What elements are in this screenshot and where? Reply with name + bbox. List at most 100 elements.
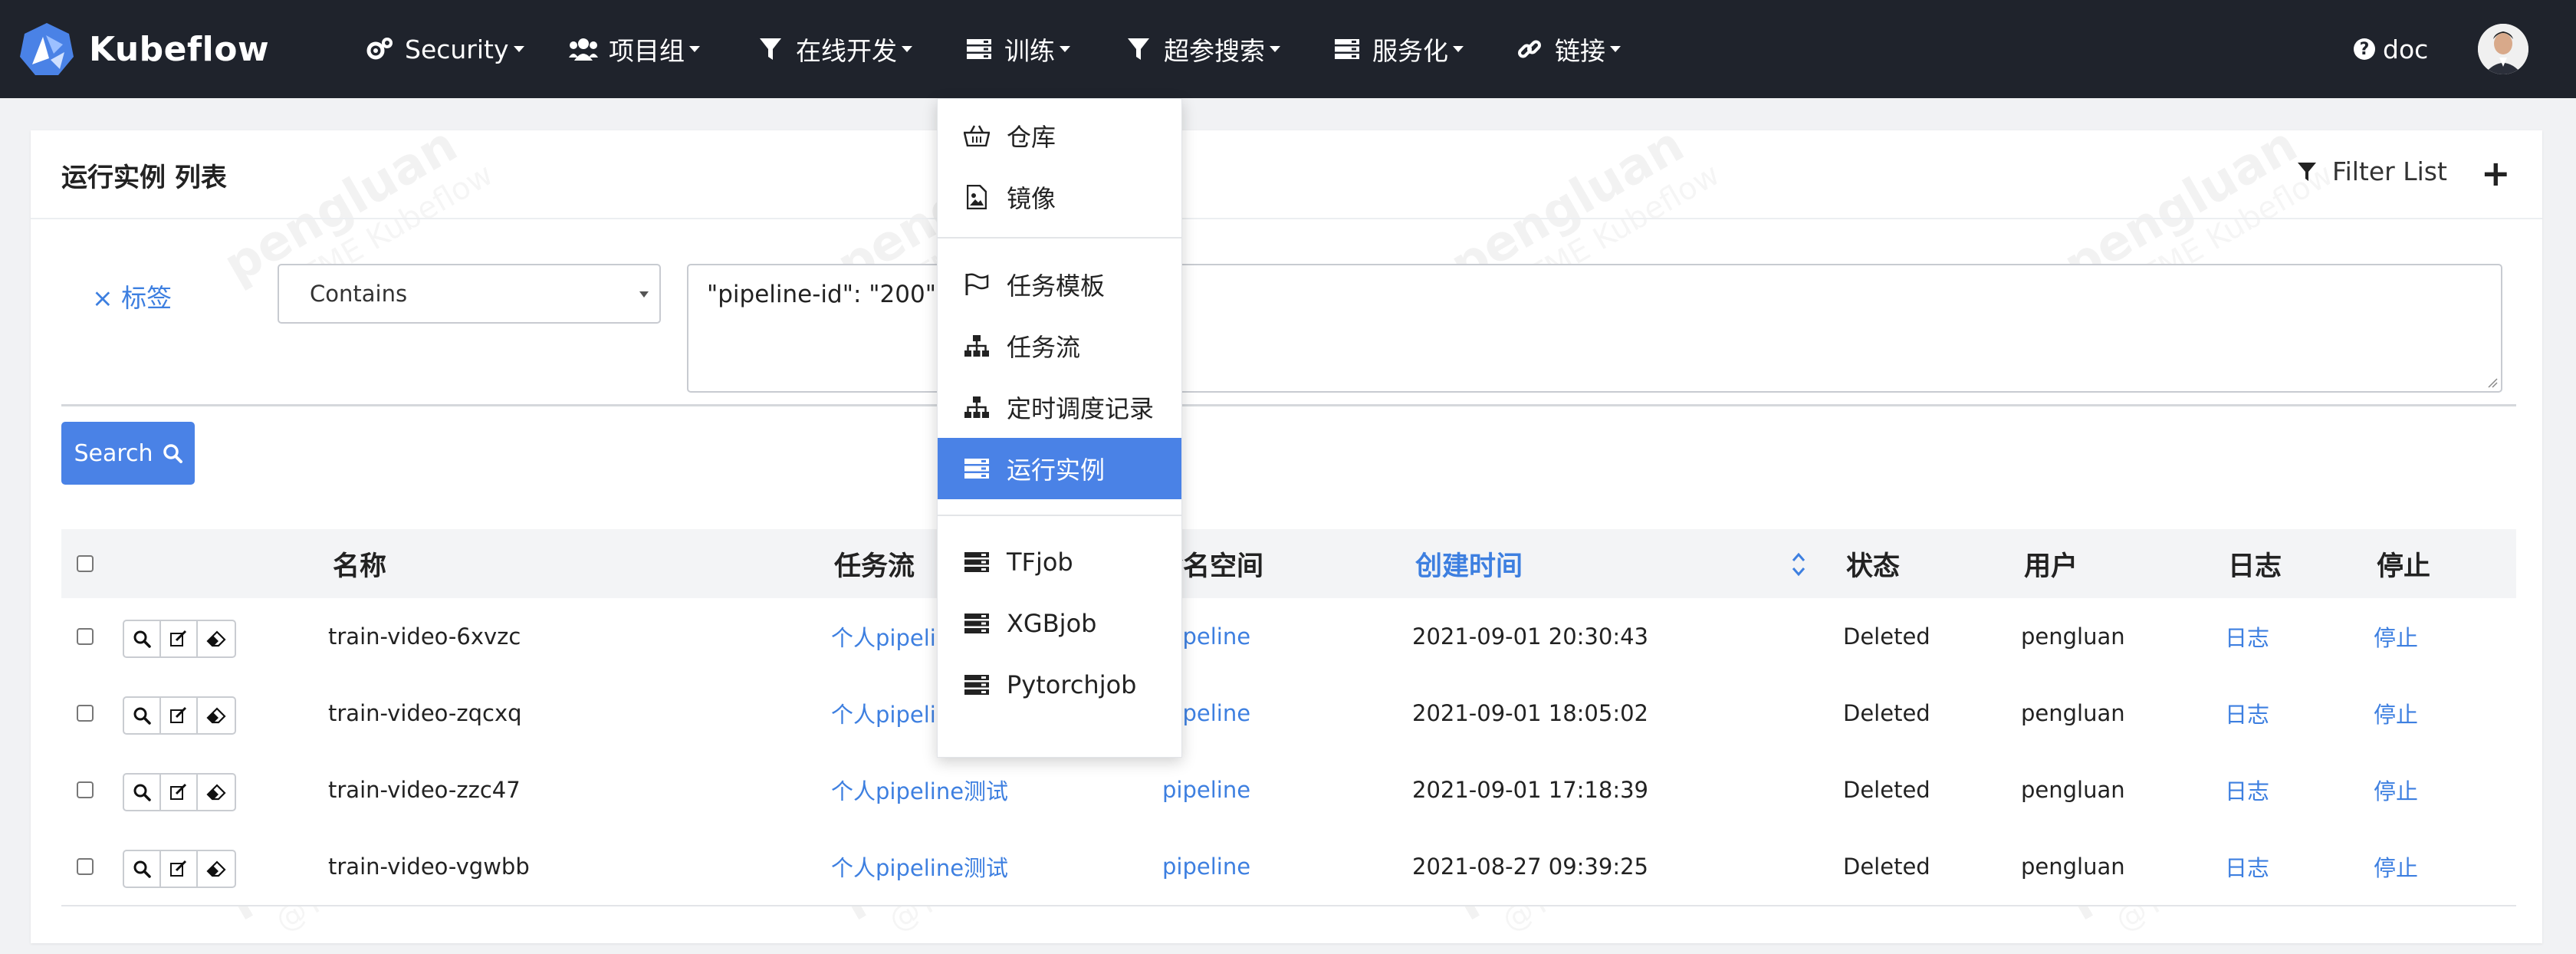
chevron-down-icon <box>1610 46 1621 52</box>
sitemap-icon <box>964 334 990 358</box>
server-icon <box>964 456 990 481</box>
filter-icon <box>756 35 785 64</box>
divider <box>61 404 2516 406</box>
header-pipeline[interactable]: 任务流 <box>834 529 915 598</box>
view-button[interactable] <box>124 621 161 656</box>
nav-links-label: 链接 <box>1555 36 1605 66</box>
stop-link[interactable]: 停止 <box>2374 598 2418 675</box>
add-button[interactable]: + <box>2481 150 2511 196</box>
nav-hyperparam-search[interactable]: 超参搜索 <box>1124 0 1280 98</box>
stop-link[interactable]: 停止 <box>2374 828 2418 905</box>
edit-button[interactable] <box>161 775 198 810</box>
sort-icon[interactable] <box>1789 549 1808 580</box>
menu-item-label: XGBjob <box>1007 609 1097 638</box>
menu-item-schedule-records[interactable]: 定时调度记录 <box>938 377 1181 438</box>
delete-button[interactable] <box>198 775 235 810</box>
nav-security[interactable]: Security <box>365 0 524 98</box>
select-all-checkbox[interactable] <box>77 555 94 572</box>
remove-filter-button[interactable]: × 标签 <box>92 278 172 314</box>
filter-operator-select[interactable]: Contains <box>278 264 661 324</box>
row-checkbox[interactable] <box>77 628 94 645</box>
nav-online-dev[interactable]: 在线开发 <box>756 0 912 98</box>
header-stop: 停止 <box>2377 551 2431 582</box>
header-created[interactable]: 创建时间 <box>1415 529 1523 598</box>
cell-created: 2021-09-01 17:18:39 <box>1412 777 1648 803</box>
filter-list-button[interactable]: Filter List <box>2297 156 2447 186</box>
header-user[interactable]: 用户 <box>2024 529 2078 598</box>
chevron-down-icon <box>639 291 649 298</box>
nav-project-group[interactable]: 项目组 <box>569 0 700 98</box>
delete-button[interactable] <box>198 621 235 656</box>
row-actions <box>123 620 236 658</box>
delete-button[interactable] <box>198 698 235 733</box>
cell-status: Deleted <box>1843 700 1930 726</box>
chevron-down-icon <box>689 46 700 52</box>
nav-training[interactable]: 训练 <box>964 0 1070 98</box>
menu-item-label: 任务流 <box>1007 333 1081 362</box>
menu-item-label: 仓库 <box>1007 123 1056 152</box>
nav-project-group-label: 项目组 <box>609 36 685 66</box>
delete-button[interactable] <box>198 851 235 887</box>
brand-name: Kubeflow <box>89 29 270 69</box>
log-link[interactable]: 日志 <box>2225 598 2269 675</box>
search-icon <box>163 444 182 463</box>
edit-button[interactable] <box>161 621 198 656</box>
menu-item-image[interactable]: 镜像 <box>938 166 1181 228</box>
cell-pipeline-link[interactable]: 个人pipeline测试 <box>831 752 1008 828</box>
menu-item-repository[interactable]: 仓库 <box>938 105 1181 166</box>
menu-item-tfjob[interactable]: TFjob <box>938 531 1181 593</box>
table-header: 名称 任务流 命名空间 创建时间 状态 用户 日志 停止 <box>61 529 2516 598</box>
eraser-icon <box>206 784 226 801</box>
edit-button[interactable] <box>161 851 198 887</box>
menu-item-pipeline[interactable]: 任务流 <box>938 315 1181 377</box>
header-name[interactable]: 名称 <box>333 529 386 598</box>
menu-item-pytorchjob[interactable]: Pytorchjob <box>938 654 1181 716</box>
row-checkbox[interactable] <box>77 705 94 722</box>
nav-doc-label: doc <box>2383 34 2429 64</box>
search-button[interactable]: Search <box>61 422 195 485</box>
question-circle-icon: ? <box>2354 38 2375 60</box>
stop-link[interactable]: 停止 <box>2374 675 2418 752</box>
log-link[interactable]: 日志 <box>2225 675 2269 752</box>
brand[interactable]: Kubeflow <box>20 20 269 78</box>
nav-serving-label: 服务化 <box>1372 36 1448 66</box>
search-icon <box>133 784 151 801</box>
log-link[interactable]: 日志 <box>2225 752 2269 828</box>
cogs-icon <box>365 35 394 64</box>
nav-online-dev-label: 在线开发 <box>796 36 897 66</box>
cell-user: pengluan <box>2021 700 2125 726</box>
view-button[interactable] <box>124 775 161 810</box>
cell-name: train-video-vgwbb <box>328 854 530 880</box>
header-log: 日志 <box>2228 551 2282 582</box>
resize-handle-icon[interactable] <box>2487 377 2498 388</box>
log-link[interactable]: 日志 <box>2225 828 2269 905</box>
cell-namespace-link[interactable]: pipeline <box>1162 828 1250 905</box>
search-icon <box>133 707 151 725</box>
cell-pipeline-link[interactable]: 个人pipeline测试 <box>831 828 1008 905</box>
row-checkbox[interactable] <box>77 858 94 875</box>
link-icon <box>1515 35 1544 64</box>
search-icon <box>133 630 151 648</box>
nav-links[interactable]: 链接 <box>1515 0 1621 98</box>
header-status[interactable]: 状态 <box>1846 529 1900 598</box>
table-row: train-video-vgwbb 个人pipeline测试 pipeline … <box>61 828 2516 906</box>
table-row: train-video-zzc47 个人pipeline测试 pipeline … <box>61 752 2516 830</box>
row-checkbox[interactable] <box>77 781 94 798</box>
avatar[interactable] <box>2478 24 2528 74</box>
menu-divider <box>938 515 1181 516</box>
table-row: train-video-6xvzc 个人pipeline测试 pipeline … <box>61 598 2516 676</box>
filter-icon <box>2298 162 2316 181</box>
nav-serving[interactable]: 服务化 <box>1332 0 1464 98</box>
cell-namespace-link[interactable]: pipeline <box>1162 752 1250 828</box>
view-button[interactable] <box>124 698 161 733</box>
stop-link[interactable]: 停止 <box>2374 752 2418 828</box>
row-actions <box>123 850 236 888</box>
edit-button[interactable] <box>161 698 198 733</box>
menu-item-task-template[interactable]: 任务模板 <box>938 254 1181 315</box>
menu-item-run-instances[interactable]: 运行实例 <box>938 438 1181 499</box>
cell-user: pengluan <box>2021 854 2125 880</box>
nav-doc[interactable]: ? doc <box>2354 0 2428 98</box>
menu-item-xgbjob[interactable]: XGBjob <box>938 593 1181 654</box>
view-button[interactable] <box>124 851 161 887</box>
menu-item-label: 镜像 <box>1007 184 1056 213</box>
